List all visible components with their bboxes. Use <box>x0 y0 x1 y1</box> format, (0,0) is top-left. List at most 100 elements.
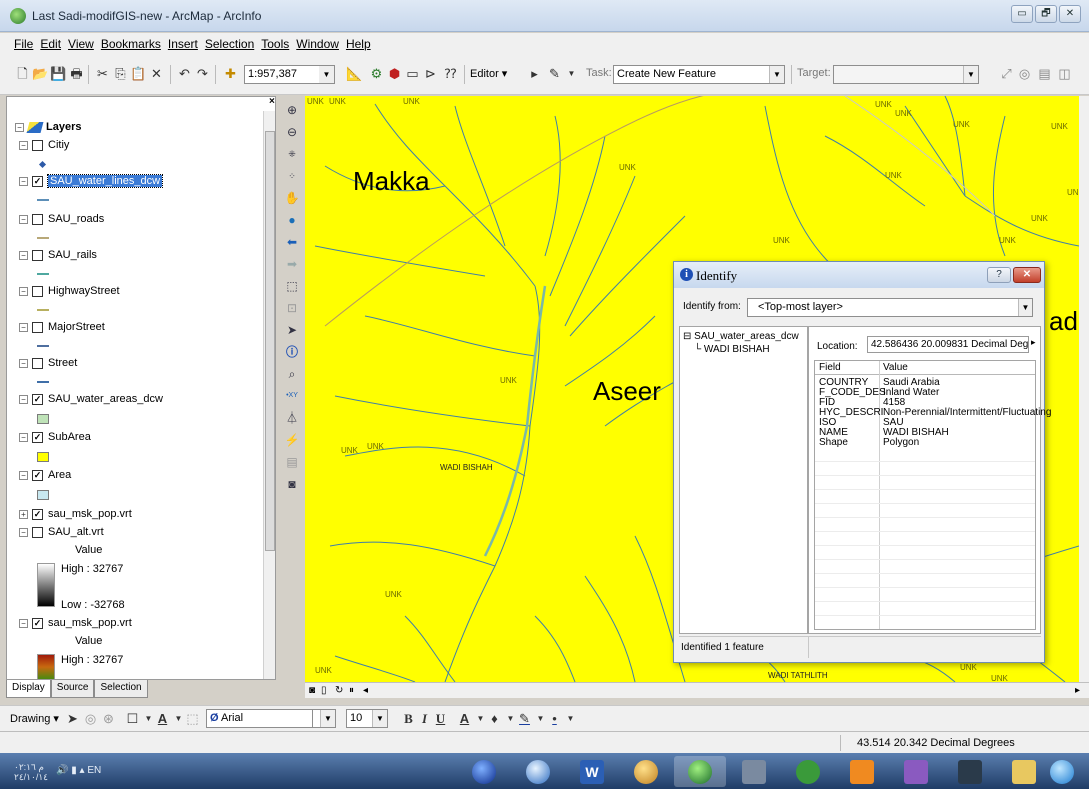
arctoolbox-icon[interactable]: ⚙ <box>368 65 385 82</box>
toc-layer-alt[interactable]: − SAU_alt.vrt <box>19 524 104 540</box>
hyperlink-icon[interactable]: ⚡ <box>284 432 300 448</box>
flag-icon[interactable]: ▴ <box>80 765 85 776</box>
taskbar-word[interactable]: W <box>566 756 618 787</box>
minimize-button[interactable]: ▭ <box>1011 5 1033 23</box>
toc-layer-area[interactable]: − ✓ Area <box>19 467 71 483</box>
menu-bookmarks[interactable]: Bookmarks <box>101 37 161 51</box>
layer-checkbox[interactable] <box>32 321 43 333</box>
layer-checkbox[interactable]: ✓ <box>32 508 43 520</box>
zoom-out-icon[interactable]: ⊖ <box>284 124 300 140</box>
copy-icon[interactable]: ⎘ <box>112 65 129 82</box>
toc-layer-highwaystreet[interactable]: − HighwayStreet <box>19 283 120 299</box>
print-icon[interactable]: 🖶 <box>68 65 85 82</box>
layer-checkbox[interactable] <box>32 526 43 538</box>
add-data-icon[interactable]: ✚ <box>222 65 239 82</box>
select-elements-icon[interactable]: ➤ <box>284 322 300 338</box>
identify-title-bar[interactable]: i Identify ? ✕ <box>674 262 1044 288</box>
full-extent-globe-icon[interactable]: ● <box>284 212 300 228</box>
menu-insert[interactable]: Insert <box>168 37 198 51</box>
menu-tools[interactable]: Tools <box>261 37 289 51</box>
drawing-menu[interactable]: Drawing ▾ <box>10 712 59 725</box>
html-popup-icon[interactable]: ▤ <box>284 454 300 470</box>
layer-checkbox[interactable]: ✓ <box>32 431 43 443</box>
italic-button[interactable]: I <box>416 710 433 727</box>
rectangle-icon[interactable]: ☐ <box>124 710 141 727</box>
location-units-icon[interactable]: ▸ <box>1031 337 1036 348</box>
toc-layer-water-areas[interactable]: − ✓ SAU_water_areas_dcw <box>19 391 163 407</box>
undo-icon[interactable]: ↶ <box>176 65 193 82</box>
taskbar-browser[interactable] <box>512 756 564 787</box>
taskbar-visualstudio[interactable] <box>890 756 942 787</box>
menu-file[interactable]: File <box>14 37 33 51</box>
layer-checkbox[interactable] <box>32 139 43 151</box>
menu-selection[interactable]: Selection <box>205 37 254 51</box>
attributes-icon[interactable]: ▤ <box>1036 65 1053 82</box>
layer-checkbox[interactable]: ✓ <box>32 469 43 481</box>
zoom-whole-page-icon[interactable]: ⊛ <box>100 710 117 727</box>
save-icon[interactable]: 💾 <box>50 65 67 82</box>
layer-checkbox[interactable]: ✓ <box>32 175 43 187</box>
scroll-right-icon[interactable]: ▸ <box>1075 685 1080 696</box>
font-color-button[interactable]: A <box>456 710 473 727</box>
rotate-icon[interactable]: ◎ <box>82 710 99 727</box>
tab-display[interactable]: Display <box>6 680 51 698</box>
taskbar-orange-app[interactable] <box>836 756 888 787</box>
toc-root-layers[interactable]: − Layers <box>15 119 81 135</box>
menu-help[interactable]: Help <box>346 37 371 51</box>
taskbar-utorrent[interactable] <box>782 756 834 787</box>
measure-icon[interactable]: ⏃ <box>284 410 300 426</box>
whats-this-icon[interactable]: ⁇ <box>442 65 459 82</box>
layout-view-icon[interactable]: ▯ <box>321 685 327 696</box>
taskbar-arccatalog[interactable] <box>728 756 780 787</box>
clock[interactable]: م ٠٢:١٦ ٢٤/١٠/١٤ <box>14 762 48 782</box>
open-folder-icon[interactable]: 📂 <box>32 65 49 82</box>
toc-layer-roads[interactable]: − SAU_roads <box>19 211 104 227</box>
model-builder-icon[interactable]: ⊳ <box>422 65 439 82</box>
tray-icons[interactable]: 🔊 ▮ ▴ EN <box>56 765 101 776</box>
font-dropdown[interactable]: ▼ <box>312 709 336 728</box>
bold-button[interactable]: B <box>400 710 417 727</box>
layer-checkbox[interactable] <box>32 213 43 225</box>
taskbar-internet-explorer[interactable] <box>1040 756 1089 787</box>
editor-toolbar-icon[interactable]: 📐 <box>346 65 363 82</box>
map-horizontal-scrollbar[interactable]: ◙ ▯ ↻ ⏸ ◂ ▸ <box>305 682 1089 698</box>
toc-layer-msk-pop[interactable]: + ✓ sau_msk_pop.vrt <box>19 506 132 522</box>
taskbar-paint[interactable] <box>620 756 672 787</box>
edit-tool-icon[interactable]: ▸ <box>526 65 543 82</box>
identify-from-select[interactable]: <Top-most layer> ▼ <box>747 298 1033 317</box>
taskbar-calculator[interactable] <box>944 756 996 787</box>
toc-scrollbar[interactable] <box>263 111 275 679</box>
sketch-tool-icon[interactable]: ✎ <box>546 65 563 82</box>
command-line-icon[interactable]: ▭ <box>404 65 421 82</box>
close-window-button[interactable]: ✕ <box>1059 5 1081 23</box>
fixed-zoom-out-icon[interactable]: ⁘ <box>284 168 300 184</box>
target-select[interactable]: ▼ <box>833 65 979 84</box>
new-document-icon[interactable]: 🗋 <box>14 65 31 82</box>
cut-icon[interactable]: ✂ <box>94 65 111 82</box>
volume-icon[interactable]: 🔊 <box>56 765 68 776</box>
tree-feature-node[interactable]: └ WADI BISHAH <box>694 344 770 355</box>
sketch-properties-icon[interactable]: ◫ <box>1056 65 1073 82</box>
menu-view[interactable]: View <box>68 37 94 51</box>
back-arrow-icon[interactable]: ⬅ <box>284 234 300 250</box>
close-dialog-button[interactable]: ✕ <box>1013 267 1041 283</box>
restore-button[interactable]: 🗗 <box>1035 5 1057 23</box>
pause-drawing-icon[interactable]: ⏸ <box>349 685 354 696</box>
fill-color-icon[interactable]: ♦ <box>486 710 503 727</box>
language-indicator[interactable]: EN <box>87 765 101 776</box>
data-view-icon[interactable]: ◙ <box>309 685 315 696</box>
line-color-icon[interactable]: ✎ <box>516 710 533 727</box>
font-size-select[interactable]: 10 ▼ <box>346 709 388 728</box>
toc-layer-majorstreet[interactable]: − MajorStreet <box>19 319 105 335</box>
zoom-in-icon[interactable]: ⊕ <box>284 102 300 118</box>
marker-color-icon[interactable]: • <box>546 710 563 727</box>
find-binoculars-icon[interactable]: ⌕ <box>284 366 300 382</box>
identify-icon[interactable]: ⓘ <box>284 344 300 360</box>
layer-checkbox[interactable]: ✓ <box>32 393 43 405</box>
editor-menu[interactable]: Editor ▾ <box>470 67 507 80</box>
pan-hand-icon[interactable]: ✋ <box>284 190 300 206</box>
scroll-left-icon[interactable]: ◂ <box>363 685 368 696</box>
taskbar-arcmap[interactable] <box>674 756 726 787</box>
tab-source[interactable]: Source <box>50 680 95 698</box>
forward-arrow-icon[interactable]: ➡ <box>284 256 300 272</box>
